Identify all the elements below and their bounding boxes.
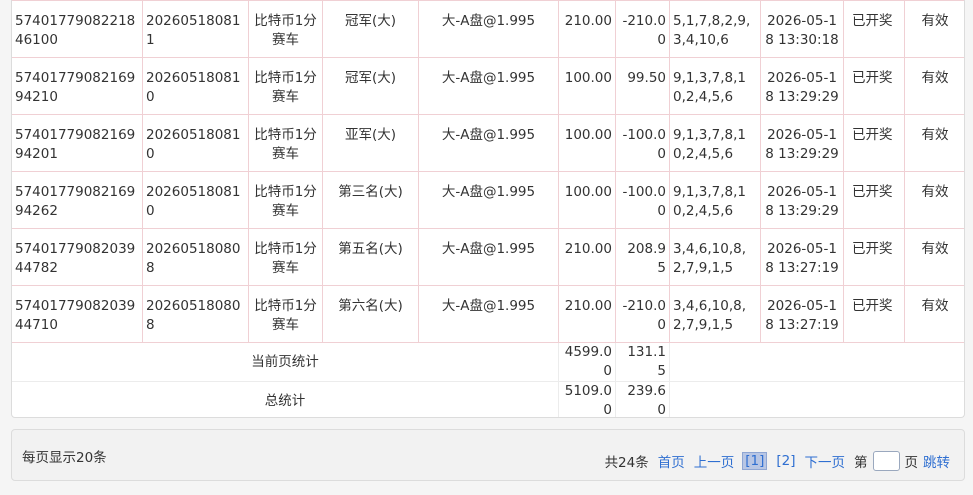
table-row: 5740177908216994210 202605180810 比特币1分赛车 冠军… [12,57,964,115]
bet-amount-cell: 100.00 [558,57,616,115]
issue-number-cell: 202605180808 [142,285,249,343]
total-count: 共24条 [604,455,649,471]
issue-number-cell: 202605180810 [142,57,249,115]
table-row: 5740177908203944710 202605180808 比特币1分赛车 第六… [12,285,964,343]
table-row: 5740177908203944782 202605180808 比特币1分赛车 第五… [12,228,964,286]
draw-result-cell: 9,1,3,7,8,10,2,4,5,6 [669,57,761,115]
play-type-cell: 冠军(大) [322,0,419,58]
table-row: 5740177908221846100 202605180811 比特币1分赛车 冠军… [12,0,964,58]
draw-result-cell: 9,1,3,7,8,10,2,4,5,6 [669,171,761,229]
bet-time-cell: 2026-05-18 13:29:29 [760,114,844,172]
draw-result-cell: 3,4,6,10,8,2,7,9,1,5 [669,228,761,286]
draw-result-cell: 3,4,6,10,8,2,7,9,1,5 [669,285,761,343]
bet-amount-cell: 100.00 [558,171,616,229]
game-name-cell: 比特币1分赛车 [248,228,323,286]
game-name-cell: 比特币1分赛车 [248,285,323,343]
page-2-link[interactable]: [2] [776,453,795,469]
order-number-cell: 5740177908221846100 [12,0,143,58]
bet-content-cell: 大-A盘@1.995 [418,228,559,286]
win-loss-cell: 208.95 [615,228,670,286]
pagination-bar: 每页显示20条 共24条 首页 上一页 [1] [2] 下一页 第 页 跳转 [11,429,965,481]
play-type-cell: 亚军(大) [322,114,419,172]
issue-number-cell: 202605180811 [142,0,249,58]
bet-amount-cell: 210.00 [558,285,616,343]
validity-cell: 有效 [904,57,964,115]
bet-amount-cell: 210.00 [558,0,616,58]
prev-page-link[interactable]: 上一页 [694,451,735,471]
bet-time-cell: 2026-05-18 13:30:18 [760,0,844,58]
table-row: 5740177908216994262 202605180810 比特币1分赛车 第三… [12,171,964,229]
total-summary-label: 总统计 [12,381,559,417]
status-cell: 已开奖 [843,285,905,343]
validity-cell: 有效 [904,0,964,58]
order-number-cell: 5740177908203944782 [12,228,143,286]
total-summary-empty [669,381,964,417]
order-number-cell: 5740177908216994210 [12,57,143,115]
table-row: 5740177908216994201 202605180810 比特币1分赛车 亚军… [12,114,964,172]
current-page-1[interactable]: [1] [742,452,768,470]
validity-cell: 有效 [904,228,964,286]
issue-number-cell: 202605180810 [142,114,249,172]
status-cell: 已开奖 [843,114,905,172]
total-summary-win-loss: 239.60 [615,381,670,417]
total-summary-amount: 5109.00 [558,381,616,417]
table-body: 5740177908221846100 202605180811 比特币1分赛车 冠军… [12,0,964,343]
order-number-cell: 5740177908216994262 [12,171,143,229]
status-cell: 已开奖 [843,0,905,58]
bet-amount-cell: 100.00 [558,114,616,172]
bet-time-cell: 2026-05-18 13:29:29 [760,171,844,229]
order-number-cell: 5740177908203944710 [12,285,143,343]
goto-suffix: 页 [904,455,919,471]
goto-page-input[interactable] [872,451,900,471]
bet-time-cell: 2026-05-18 13:29:29 [760,57,844,115]
status-cell: 已开奖 [843,228,905,286]
bet-time-cell: 2026-05-18 13:27:19 [760,228,844,286]
bet-content-cell: 大-A盘@1.995 [418,171,559,229]
play-type-cell: 第三名(大) [322,171,419,229]
win-loss-cell: 99.50 [615,57,670,115]
bet-records-table-panel: 5740177908221846100 202605180811 比特币1分赛车 冠军… [11,0,965,418]
status-cell: 已开奖 [843,57,905,115]
pagination-controls: 共24条 首页 上一页 [1] [2] 下一页 第 页 跳转 [605,451,950,471]
bet-time-cell: 2026-05-18 13:27:19 [760,285,844,343]
game-name-cell: 比特币1分赛车 [248,0,323,58]
game-name-cell: 比特币1分赛车 [248,114,323,172]
issue-number-cell: 202605180808 [142,228,249,286]
bet-content-cell: 大-A盘@1.995 [418,0,559,58]
status-cell: 已开奖 [843,171,905,229]
draw-result-cell: 5,1,7,8,2,9,3,4,10,6 [669,0,761,58]
bet-content-cell: 大-A盘@1.995 [418,57,559,115]
win-loss-cell: -100.00 [615,171,670,229]
win-loss-cell: -210.00 [615,285,670,343]
play-type-cell: 第六名(大) [322,285,419,343]
bet-amount-cell: 210.00 [558,228,616,286]
draw-result-cell: 9,1,3,7,8,10,2,4,5,6 [669,114,761,172]
bet-content-cell: 大-A盘@1.995 [418,114,559,172]
order-number-cell: 5740177908216994201 [12,114,143,172]
bet-records-table: 5740177908221846100 202605180811 比特币1分赛车 冠军… [12,0,964,417]
first-page-link[interactable]: 首页 [658,451,685,471]
page-summary-row: 当前页统计 4599.00 131.15 [12,342,964,382]
total-summary-row: 总统计 5109.00 239.60 [12,381,964,417]
page-summary-win-loss: 131.15 [615,342,670,382]
jump-link[interactable]: 跳转 [923,451,950,471]
game-name-cell: 比特币1分赛车 [248,171,323,229]
win-loss-cell: -210.00 [615,0,670,58]
win-loss-cell: -100.00 [615,114,670,172]
validity-cell: 有效 [904,114,964,172]
page-summary-empty [669,342,964,382]
goto-prefix: 第 [854,455,868,471]
page-summary-label: 当前页统计 [12,342,559,382]
game-name-cell: 比特币1分赛车 [248,57,323,115]
next-page-link[interactable]: 下一页 [805,451,846,471]
play-type-cell: 第五名(大) [322,228,419,286]
issue-number-cell: 202605180810 [142,171,249,229]
validity-cell: 有效 [904,171,964,229]
bet-content-cell: 大-A盘@1.995 [418,285,559,343]
validity-cell: 有效 [904,285,964,343]
page-summary-amount: 4599.00 [558,342,616,382]
play-type-cell: 冠军(大) [322,57,419,115]
per-page-label: 每页显示20条 [22,450,107,466]
